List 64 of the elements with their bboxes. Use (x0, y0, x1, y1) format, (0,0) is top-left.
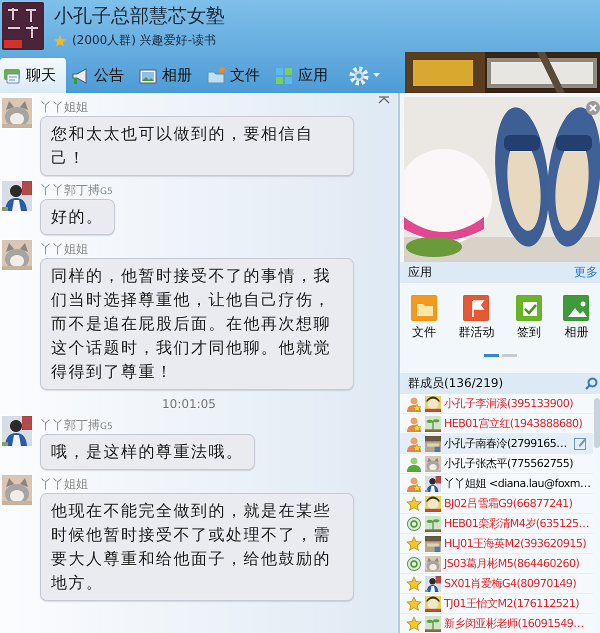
star-icon (406, 496, 422, 512)
sender-name: 丫丫郭丁搏G5 (40, 182, 114, 197)
page-indicator-icon[interactable] (484, 353, 516, 357)
member-row[interactable]: TJ01王怡文M2(176112521) (400, 594, 593, 614)
settings-icon (348, 64, 370, 86)
more-link[interactable]: 更多 (574, 264, 598, 281)
member-row[interactable]: HEB01栾彩清M4岁(635125… (400, 514, 593, 534)
message-bubble: 好的。 (40, 199, 114, 235)
folder-icon (410, 295, 437, 321)
member-row[interactable]: SX01肖爱梅G4(80970149) (400, 574, 593, 594)
timestamp: 10:01:05 (162, 397, 216, 411)
tab[interactable]: 文件 (204, 58, 270, 93)
edit-icon[interactable] (574, 437, 587, 450)
sender-name: 丫丫姐姐 (40, 476, 89, 491)
message-bubble: 同样的，他暂时接受不了的事情，我们当时选择尊重他，让他自己疗伤，而不是追在屁股后面。在他再次想聊这个话题时，我们才同他聊。他就觉得得到了尊重！ (40, 258, 354, 390)
close-icon[interactable] (586, 101, 600, 115)
sender-name: 丫丫郭丁搏G5 (40, 417, 114, 432)
admin-person-icon (406, 476, 422, 492)
member-row[interactable]: JS03葛月彬M5(864460260) (400, 554, 593, 574)
member-row[interactable]: 小孔子南春泠(2799165… (400, 434, 593, 454)
scrollbar[interactable] (594, 398, 600, 448)
checkbox-icon (516, 295, 542, 321)
sender-name: 丫丫姐姐 (40, 241, 89, 256)
section-title: 应用 (408, 264, 432, 281)
member-row[interactable]: 小孔子李涧溪(395133900) (400, 394, 593, 414)
tab[interactable]: 聊天 (0, 58, 66, 93)
message-bubble: 您和太太也可以做到的，要相信自己！ (40, 116, 354, 176)
folder-icon (206, 66, 226, 86)
person-icon (406, 456, 422, 472)
tab[interactable]: 应用 (272, 58, 338, 93)
caret-icon (373, 73, 380, 78)
star-icon (406, 576, 422, 592)
app-button[interactable]: 签到 (516, 295, 542, 353)
tab[interactable]: 相册 (136, 58, 202, 93)
status-circle-icon (406, 556, 422, 572)
member-row[interactable]: 丫丫姐姐 <diana.lau@foxm… (400, 474, 593, 494)
star-icon (406, 596, 422, 612)
grid-icon (274, 66, 294, 86)
admin-person-icon (406, 416, 422, 432)
landscape-icon (563, 295, 590, 321)
member-row[interactable]: BJ02吕雪霜G9(66877241) (400, 494, 593, 514)
group-logo-icon (2, 2, 44, 50)
app-button[interactable]: 群活动 (458, 295, 494, 353)
admin-person-icon (406, 396, 422, 412)
message-bubble: 哦，是这样的尊重法哦。 (40, 434, 254, 470)
star-icon (406, 536, 422, 552)
member-row[interactable]: 新乡闵亚彬老师(16091549… (400, 614, 593, 633)
tab[interactable]: 公告 (68, 58, 134, 93)
star-icon (54, 34, 66, 46)
group-title: 小孔子总部慧芯女塾 (54, 4, 225, 29)
search-icon[interactable] (585, 377, 598, 390)
admin-person-icon (406, 436, 422, 452)
app-button[interactable]: 文件 (410, 295, 437, 353)
star-icon (406, 616, 422, 632)
message-bubble: 他现在不能完全做到的，就是在某些时候他暂时接受不了或处理不了，需要大人尊重和给他面子，给他鼓励的地方。 (40, 493, 354, 601)
flag-icon (463, 295, 490, 321)
collapse-icon[interactable] (378, 96, 390, 104)
sender-name: 丫丫姐姐 (40, 99, 89, 114)
app-button[interactable]: 相册 (563, 295, 590, 353)
member-row[interactable]: 小孔子张杰平(775562755) (400, 454, 593, 474)
section-title: 群成员(136/219) (408, 375, 504, 392)
status-circle-icon (406, 516, 422, 532)
group-subtitle: (2000人群) 兴趣爱好-读书 (72, 32, 216, 49)
member-row[interactable]: HLJ01王海英M2(393620915) (400, 534, 593, 554)
